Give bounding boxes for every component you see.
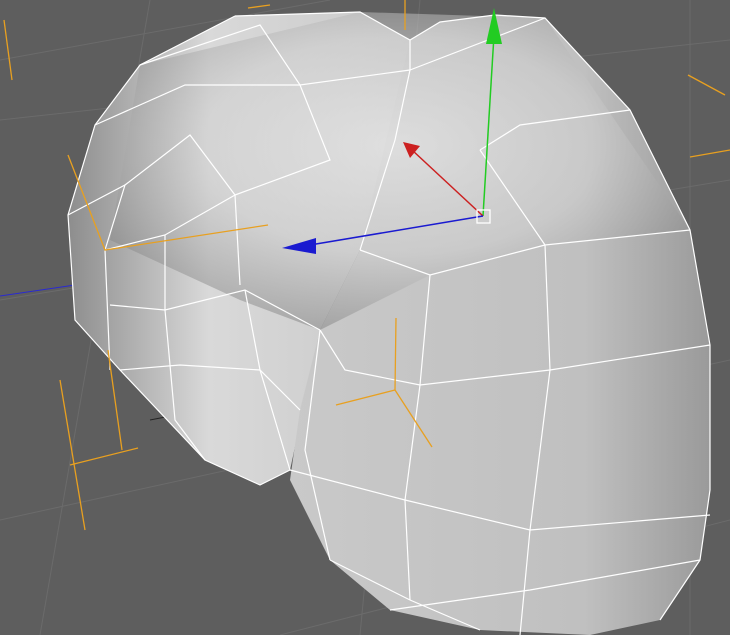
mesh-object[interactable] bbox=[68, 12, 710, 635]
viewport-canvas[interactable] bbox=[0, 0, 730, 635]
3d-viewport[interactable] bbox=[0, 0, 730, 635]
world-z-axis-line bbox=[0, 284, 76, 297]
